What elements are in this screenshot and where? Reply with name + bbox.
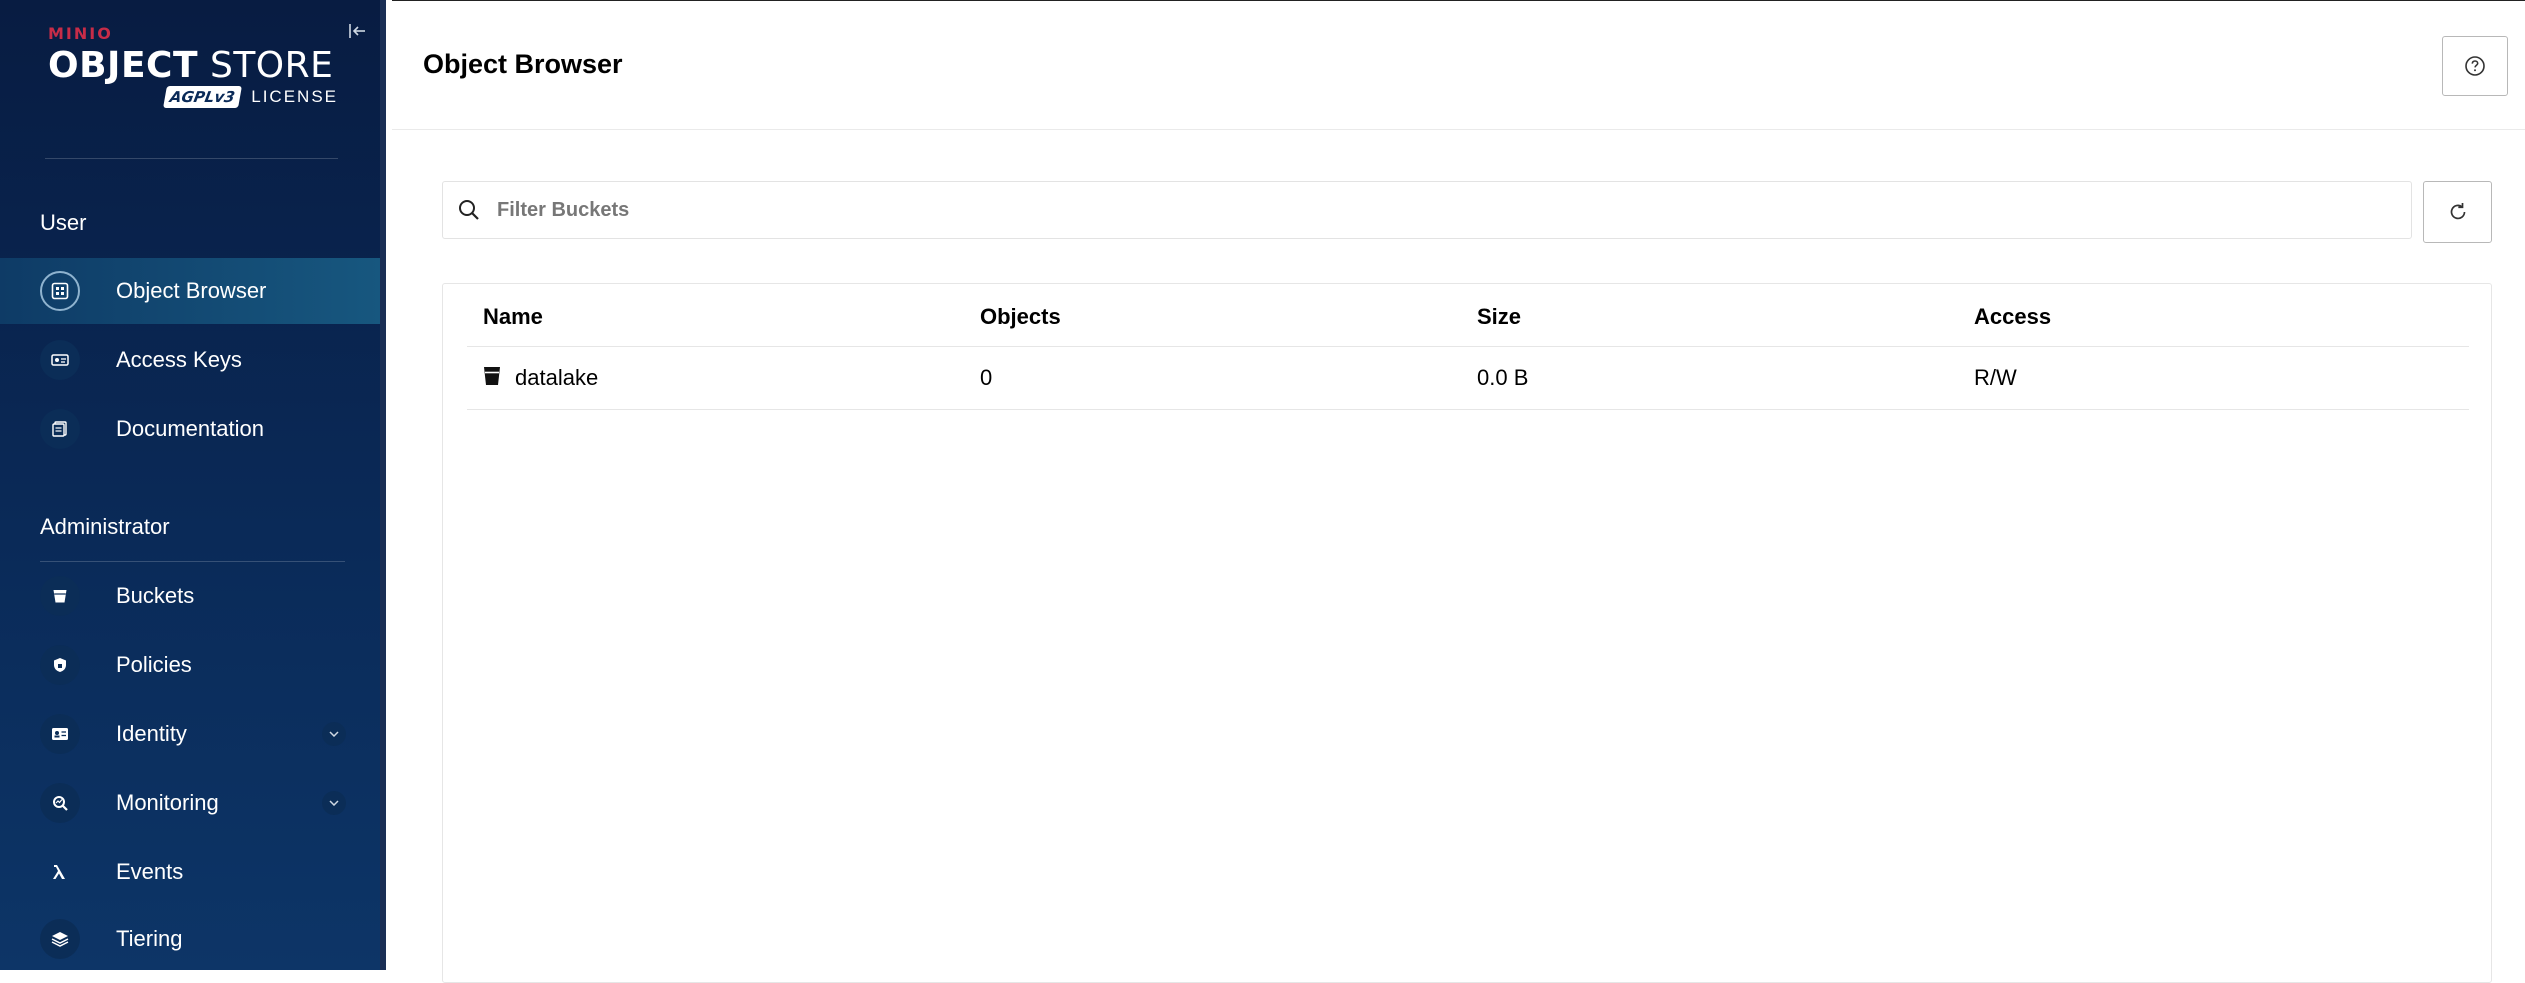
sidebar-item-buckets[interactable]: Buckets — [0, 563, 380, 629]
table-header: Name Objects Size Access — [467, 284, 2469, 347]
sidebar-item-label: Monitoring — [116, 790, 219, 815]
chevron-down-icon[interactable] — [322, 791, 346, 815]
object-browser-icon — [40, 271, 80, 311]
page-title: Object Browser — [423, 49, 623, 79]
bucket-objects: 0 — [980, 365, 993, 390]
sidebar-item-label: Object Browser — [116, 278, 267, 303]
filter-buckets-box — [442, 181, 2412, 239]
buckets-table: Name Objects Size Access datalake 0 0.0 … — [442, 283, 2492, 983]
help-button[interactable] — [2442, 36, 2508, 96]
help-icon — [2465, 56, 2485, 76]
vendor-name: MINIO — [48, 24, 113, 43]
lambda-icon — [40, 852, 80, 892]
search-icon — [459, 200, 479, 220]
column-header-size[interactable]: Size — [1477, 304, 1521, 330]
product-name: OBJECT STORE — [48, 46, 338, 86]
minio-logo: MINIO OBJECT STORE AGPLv3 LICENSE — [48, 26, 338, 108]
sidebar-item-label: Buckets — [116, 583, 195, 608]
documentation-icon — [40, 409, 80, 449]
license-text: LICENSE — [251, 87, 338, 106]
bucket-access: R/W — [1974, 365, 2017, 390]
sidebar-item-label: Identity — [116, 721, 187, 746]
bucket-icon — [484, 367, 500, 385]
filter-buckets-input[interactable] — [497, 182, 2377, 238]
sidebar-item-access-keys[interactable]: Access Keys — [0, 327, 380, 393]
logo-divider — [45, 158, 338, 159]
product-name-bold: OBJECT — [48, 45, 199, 86]
bucket-icon — [40, 576, 80, 616]
sidebar-item-object-browser[interactable]: Object Browser — [0, 258, 380, 324]
collapse-sidebar-button[interactable] — [344, 18, 370, 44]
product-name-light: STORE — [209, 45, 334, 86]
sidebar-item-identity[interactable]: Identity — [0, 701, 380, 767]
sidebar-item-label: Documentation — [116, 416, 264, 441]
sidebar-item-tiering[interactable]: Tiering — [0, 906, 380, 972]
sidebar-item-label: Access Keys — [116, 347, 242, 372]
section-divider — [40, 561, 345, 562]
bucket-name[interactable]: datalake — [515, 365, 598, 391]
sidebar-item-monitoring[interactable]: Monitoring — [0, 770, 380, 836]
table-row[interactable]: datalake 0 0.0 B R/W — [467, 347, 2469, 410]
sidebar-item-label: Tiering — [116, 926, 183, 951]
sidebar-item-events[interactable]: Events — [0, 839, 380, 905]
monitoring-icon — [40, 783, 80, 823]
chevron-down-icon[interactable] — [322, 722, 346, 746]
sidebar-item-label: Policies — [116, 652, 192, 677]
page-header: Object Browser — [392, 0, 2525, 130]
sidebar: MINIO OBJECT STORE AGPLv3 LICENSE User O… — [0, 0, 386, 970]
sidebar-item-label: Events — [116, 859, 184, 884]
agpl-badge: AGPLv3 — [162, 86, 242, 108]
refresh-icon — [2450, 203, 2465, 220]
tiering-icon — [40, 919, 80, 959]
collapse-icon — [349, 24, 365, 38]
sidebar-item-policies[interactable]: Policies — [0, 632, 380, 698]
column-header-objects[interactable]: Objects — [980, 304, 1061, 330]
sidebar-item-documentation[interactable]: Documentation — [0, 396, 380, 462]
access-keys-icon — [40, 340, 80, 380]
identity-icon — [40, 714, 80, 754]
bucket-size: 0.0 B — [1477, 365, 1529, 390]
column-header-access[interactable]: Access — [1974, 304, 2051, 330]
section-title-user: User — [40, 210, 87, 235]
section-title-administrator: Administrator — [40, 514, 170, 539]
license-line: AGPLv3 LICENSE — [48, 86, 338, 108]
policies-icon — [40, 645, 80, 685]
column-header-name[interactable]: Name — [483, 304, 543, 330]
refresh-button[interactable] — [2423, 181, 2492, 243]
